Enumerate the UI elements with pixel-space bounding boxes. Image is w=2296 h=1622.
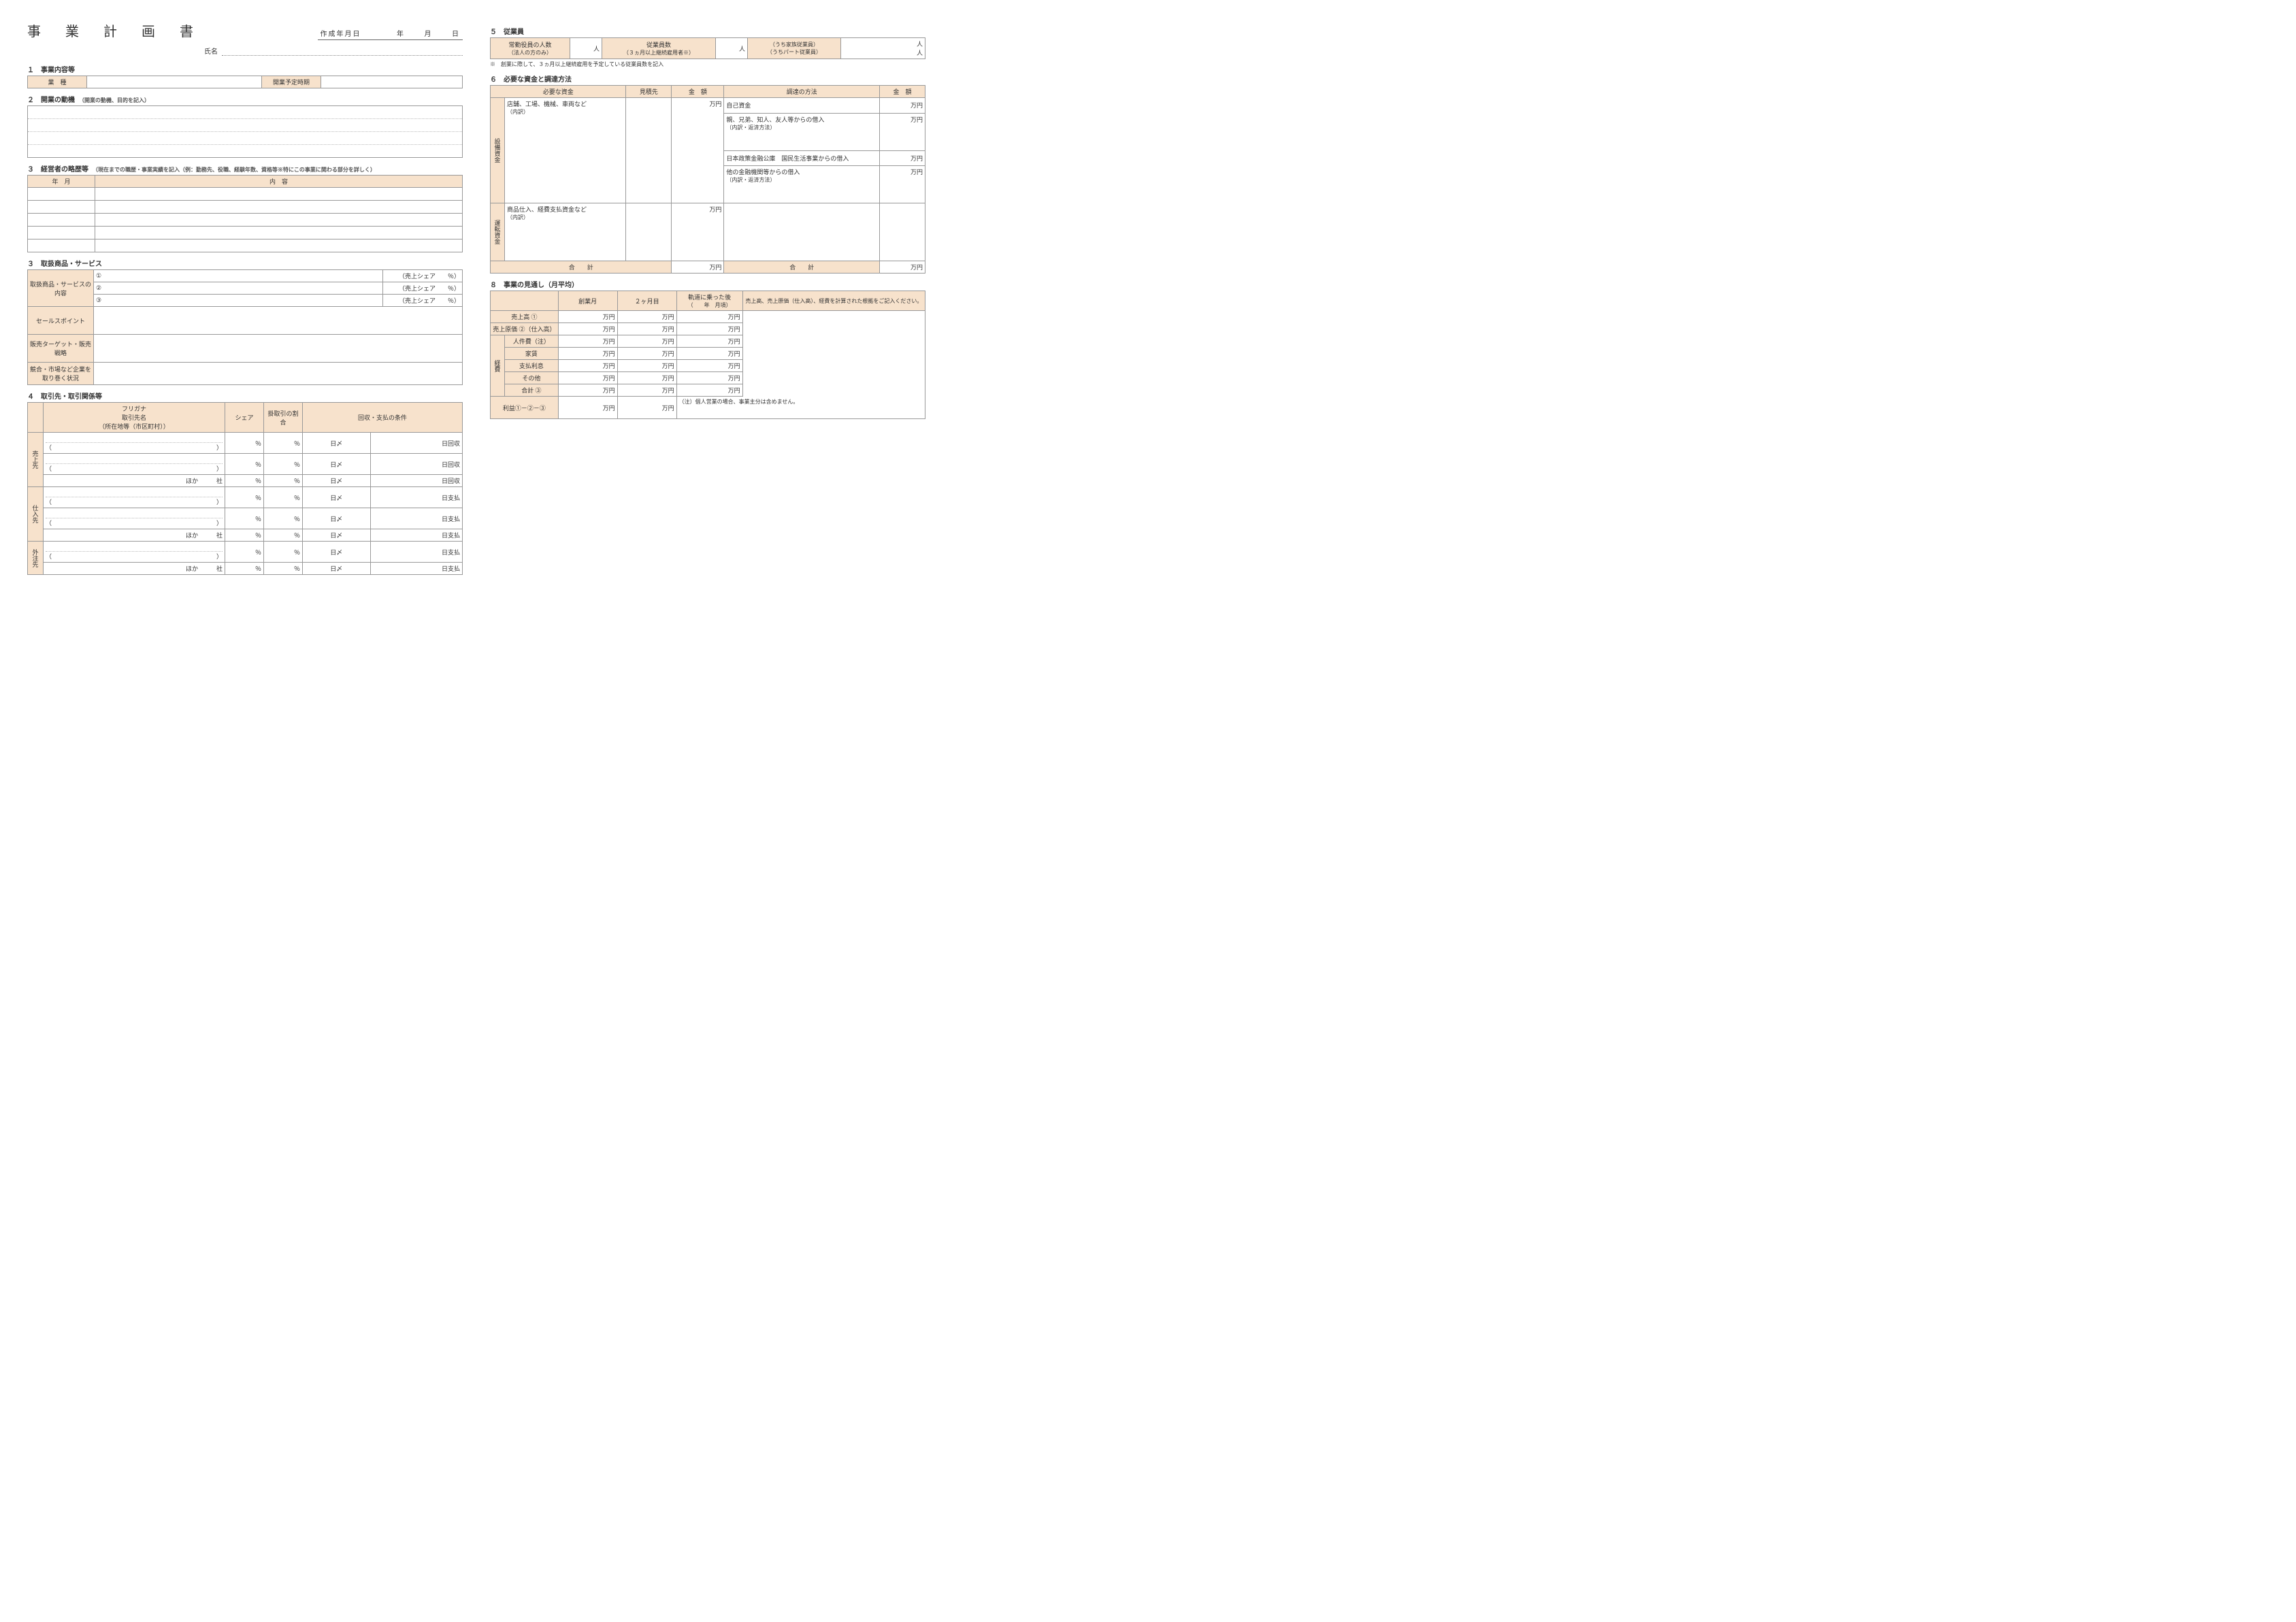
open-input[interactable]: [321, 76, 463, 88]
sec4-title: ４ 取引先・取引関係等: [27, 391, 463, 401]
name-label: 氏名: [204, 46, 218, 56]
type-label: 業 種: [28, 76, 87, 88]
type-input[interactable]: [87, 76, 262, 88]
open-label: 開業予定時期: [262, 76, 321, 88]
sec5-foot: ※ 創業に際して、３ヵ月以上継続雇用を予定している従業員数を記入: [490, 61, 925, 68]
sec3-title: ３ 経営者の略歴等 （現在までの職歴・事業実績を記入（例：勤務先、役職、経験年数…: [27, 163, 463, 173]
name-input[interactable]: [222, 47, 463, 56]
doc-title: 事 業 計 画 書: [27, 20, 199, 40]
sec3b-title: ３ 取扱商品・サービス: [27, 258, 463, 268]
sec6-title: ６ 必要な資金と調達方法: [490, 73, 925, 84]
sec2-title: ２ 開業の動機 （開業の動機、目的を記入）: [27, 94, 463, 104]
date-line[interactable]: 作成年月日 年 月 日: [318, 28, 463, 40]
sec8-title: ８ 事業の見通し（月平均）: [490, 279, 925, 289]
sec5-title: ５ 従業員: [490, 26, 925, 36]
sec1-title: １ 事業内容等: [27, 64, 463, 74]
